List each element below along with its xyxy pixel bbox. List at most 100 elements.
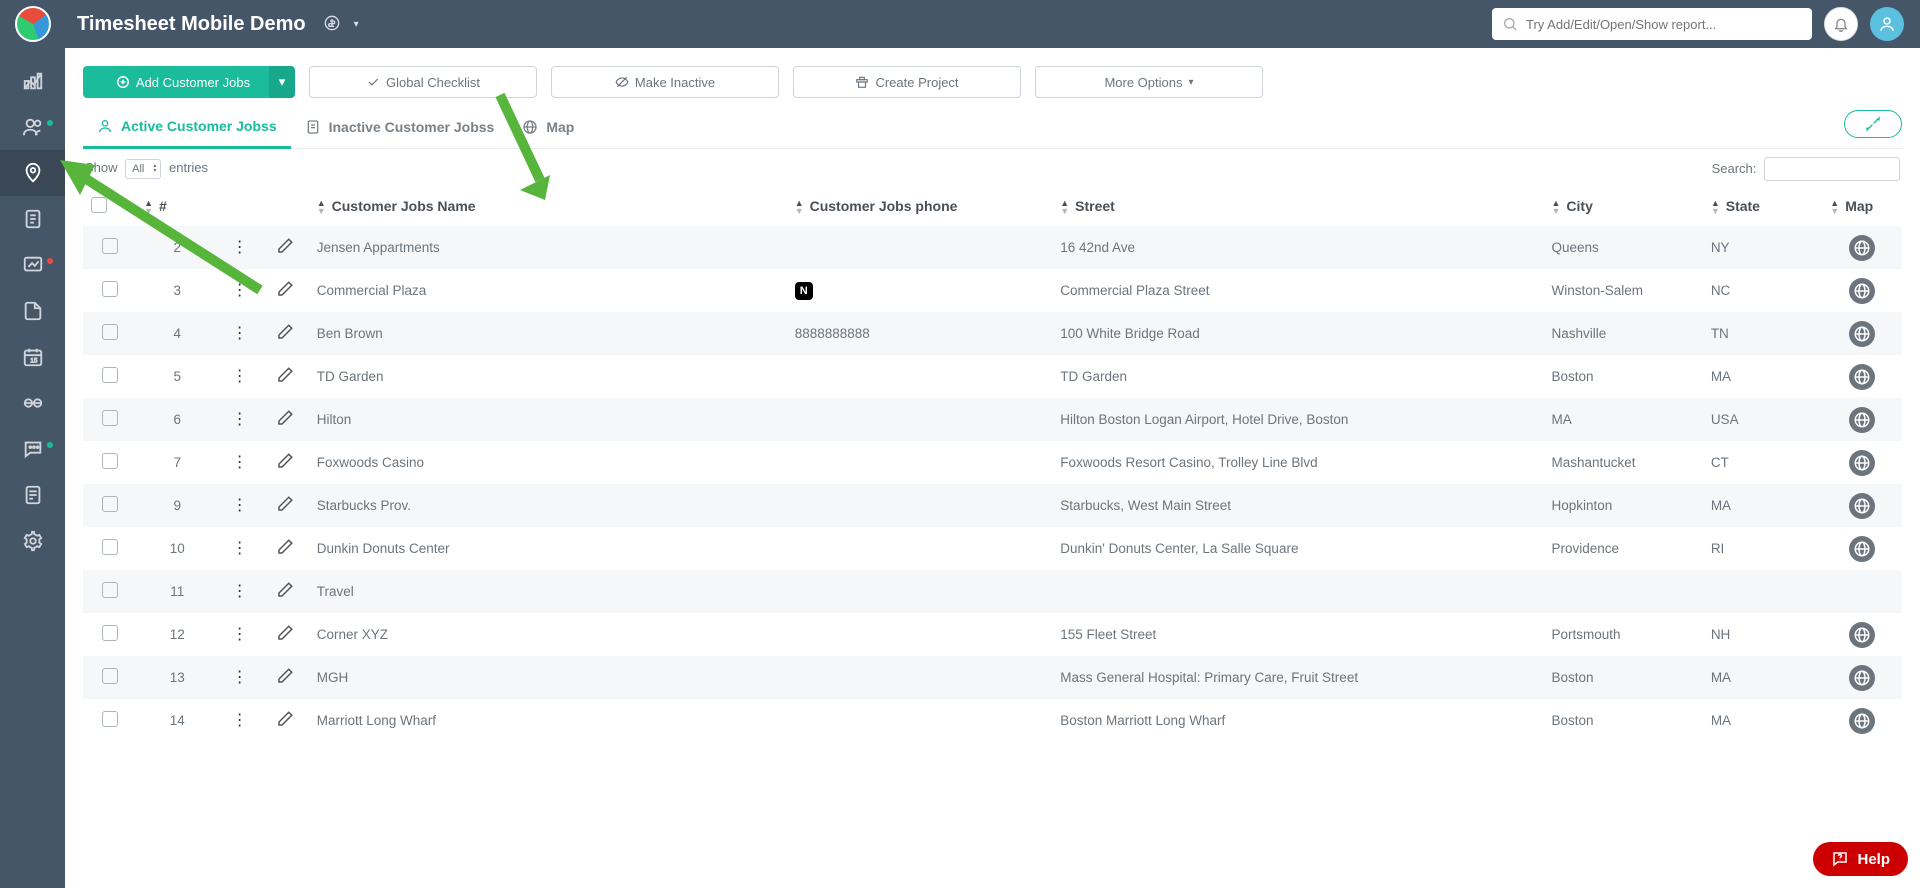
row-menu-button[interactable]: ⋮	[232, 371, 248, 383]
row-map-button[interactable]	[1849, 622, 1875, 648]
currency-icon[interactable]	[324, 15, 340, 34]
global-search[interactable]	[1492, 8, 1812, 40]
row-street: Hilton Boston Logan Airport, Hotel Drive…	[1052, 398, 1543, 441]
help-icon	[1831, 850, 1849, 868]
add-customer-jobs-button[interactable]: Add Customer Jobs	[83, 66, 283, 98]
row-phone: N	[787, 269, 1053, 312]
row-edit-button[interactable]	[276, 501, 294, 516]
select-all-checkbox[interactable]	[91, 197, 107, 213]
row-menu-button[interactable]: ⋮	[232, 629, 248, 641]
row-menu-button[interactable]: ⋮	[232, 500, 248, 512]
row-number: 7	[136, 441, 218, 484]
row-checkbox[interactable]	[102, 668, 118, 684]
sidebar-reports[interactable]	[0, 242, 65, 288]
row-menu-button[interactable]: ⋮	[232, 586, 248, 598]
col-header-state[interactable]: ▲▼State	[1703, 187, 1822, 226]
col-header-name[interactable]: ▲▼Customer Jobs Name	[309, 187, 787, 226]
row-map-button[interactable]	[1849, 321, 1875, 347]
row-map-button[interactable]	[1849, 407, 1875, 433]
row-edit-button[interactable]	[276, 716, 294, 731]
more-options-button[interactable]: More Options ▾	[1035, 66, 1263, 98]
global-search-input[interactable]	[1526, 17, 1802, 32]
entries-select[interactable]: All	[125, 159, 161, 179]
row-edit-button[interactable]	[276, 329, 294, 344]
sidebar-invoices[interactable]	[0, 472, 65, 518]
add-customer-jobs-dropdown[interactable]: ▾	[269, 66, 295, 98]
row-checkbox[interactable]	[102, 410, 118, 426]
row-checkbox[interactable]	[102, 625, 118, 641]
tab-inactive-jobs[interactable]: Inactive Customer Jobss	[291, 109, 509, 147]
sidebar-schedule[interactable]: 15	[0, 334, 65, 380]
row-map-button[interactable]	[1849, 278, 1875, 304]
user-menu-button[interactable]	[1870, 7, 1904, 41]
global-checklist-button[interactable]: Global Checklist	[309, 66, 537, 98]
row-menu-button[interactable]: ⋮	[232, 285, 248, 297]
tab-active-jobs[interactable]: Active Customer Jobss	[83, 108, 291, 149]
currency-chevron-icon[interactable]: ▾	[354, 19, 359, 30]
row-map-button[interactable]	[1849, 493, 1875, 519]
row-edit-button[interactable]	[276, 286, 294, 301]
table-search-input[interactable]	[1764, 157, 1900, 181]
col-header-num[interactable]: ▲▼#	[136, 187, 218, 226]
row-street: 155 Fleet Street	[1052, 613, 1543, 656]
row-menu-button[interactable]: ⋮	[232, 543, 248, 555]
row-street: Dunkin' Donuts Center, La Salle Square	[1052, 527, 1543, 570]
sidebar-messages[interactable]	[0, 426, 65, 472]
row-edit-button[interactable]	[276, 673, 294, 688]
sidebar-users[interactable]	[0, 104, 65, 150]
row-name: MGH	[309, 656, 787, 699]
row-menu-button[interactable]: ⋮	[232, 328, 248, 340]
row-edit-button[interactable]	[276, 544, 294, 559]
make-inactive-button[interactable]: Make Inactive	[551, 66, 779, 98]
sidebar-settings[interactable]	[0, 518, 65, 564]
sidebar-dashboard[interactable]	[0, 58, 65, 104]
row-edit-button[interactable]	[276, 415, 294, 430]
row-map-button[interactable]	[1849, 708, 1875, 734]
row-checkbox[interactable]	[102, 281, 118, 297]
row-map-button[interactable]	[1849, 364, 1875, 390]
row-menu-button[interactable]: ⋮	[232, 715, 248, 727]
sidebar-tracking[interactable]	[0, 380, 65, 426]
globe-icon	[1853, 669, 1871, 687]
col-header-street[interactable]: ▲▼Street	[1052, 187, 1543, 226]
row-checkbox[interactable]	[102, 539, 118, 555]
tab-map[interactable]: Map	[508, 109, 588, 147]
tab-map-label: Map	[546, 119, 574, 135]
col-header-city[interactable]: ▲▼City	[1543, 187, 1702, 226]
row-checkbox[interactable]	[102, 711, 118, 727]
row-state	[1703, 570, 1822, 613]
row-map-button[interactable]	[1849, 665, 1875, 691]
col-header-phone[interactable]: ▲▼Customer Jobs phone	[787, 187, 1053, 226]
row-street: Commercial Plaza Street	[1052, 269, 1543, 312]
row-menu-button[interactable]: ⋮	[232, 457, 248, 469]
row-map-button[interactable]	[1849, 235, 1875, 261]
row-menu-button[interactable]: ⋮	[232, 242, 248, 254]
row-edit-button[interactable]	[276, 587, 294, 602]
row-checkbox[interactable]	[102, 496, 118, 512]
col-header-map[interactable]: ▲▼Map	[1822, 187, 1902, 226]
row-edit-button[interactable]	[276, 630, 294, 645]
sidebar-timesheets[interactable]	[0, 196, 65, 242]
expand-button[interactable]	[1844, 110, 1902, 138]
row-checkbox[interactable]	[102, 367, 118, 383]
app-logo[interactable]	[15, 6, 51, 42]
logo-wrap	[0, 6, 65, 42]
row-number: 12	[136, 613, 218, 656]
row-edit-button[interactable]	[276, 243, 294, 258]
create-project-button[interactable]: Create Project	[793, 66, 1021, 98]
sidebar-jobs[interactable]	[0, 150, 65, 196]
row-edit-button[interactable]	[276, 458, 294, 473]
row-menu-button[interactable]: ⋮	[232, 672, 248, 684]
row-checkbox[interactable]	[102, 582, 118, 598]
row-checkbox[interactable]	[102, 238, 118, 254]
row-map-button[interactable]	[1849, 536, 1875, 562]
row-map-button[interactable]	[1849, 450, 1875, 476]
table-row: 10 ⋮ Dunkin Donuts Center Dunkin' Donuts…	[83, 527, 1902, 570]
row-checkbox[interactable]	[102, 453, 118, 469]
notifications-button[interactable]	[1824, 7, 1858, 41]
sidebar-documents[interactable]	[0, 288, 65, 334]
help-button[interactable]: Help	[1813, 842, 1908, 876]
row-checkbox[interactable]	[102, 324, 118, 340]
row-edit-button[interactable]	[276, 372, 294, 387]
row-menu-button[interactable]: ⋮	[232, 414, 248, 426]
